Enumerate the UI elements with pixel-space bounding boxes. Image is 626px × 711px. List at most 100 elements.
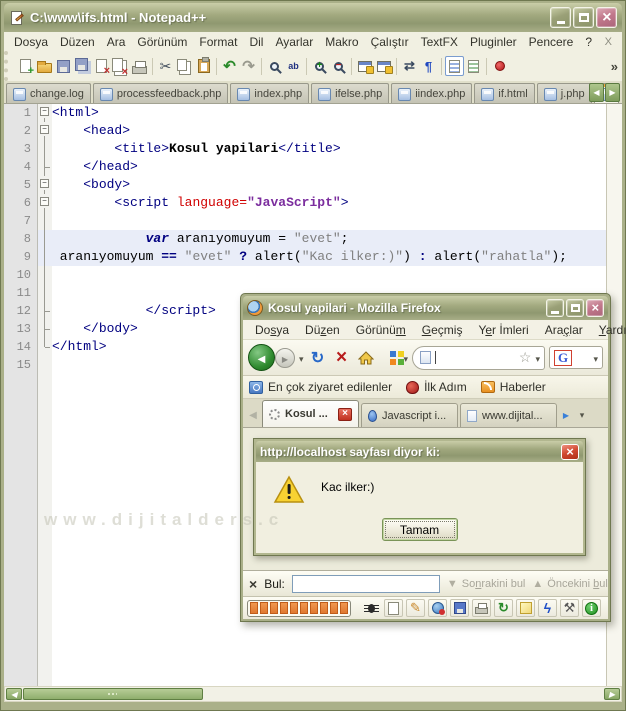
reload-button[interactable]	[308, 347, 328, 369]
scrollbar-track[interactable]	[203, 687, 603, 701]
save-button[interactable]	[54, 56, 73, 76]
tools-button[interactable]	[560, 599, 579, 617]
npp-menu-dosya[interactable]: Dosya	[8, 35, 54, 49]
doc-map-button[interactable]	[445, 56, 464, 76]
npp-menu-al-t-r[interactable]: Çalıştır	[365, 35, 415, 49]
tab-scroll-left-button[interactable]	[245, 403, 261, 425]
bookmark-en-ok-ziyaret-edilenler[interactable]: En çok ziyaret edilenler	[249, 380, 392, 394]
npp-titlebar[interactable]: C:\www\ifs.html - Notepad++	[4, 3, 622, 32]
ff-menu-ara-lar[interactable]: Araçlar	[537, 323, 591, 337]
tab-scroll-right-button[interactable]	[558, 403, 574, 425]
forward-button[interactable]	[275, 347, 295, 368]
zoom-out-button[interactable]: −	[329, 56, 348, 76]
back-forward-dropdown[interactable]	[299, 349, 304, 367]
urlbar-dropdown-icon[interactable]	[535, 349, 540, 367]
cut-button[interactable]	[156, 56, 175, 76]
url-bar[interactable]	[412, 345, 545, 370]
redo-button[interactable]	[239, 56, 258, 76]
tab-scroll-left-button[interactable]	[589, 83, 604, 102]
copy-button[interactable]	[175, 56, 194, 76]
fold-marker[interactable]: −	[38, 176, 52, 194]
npp-menu-makro[interactable]: Makro	[319, 35, 364, 49]
toolbar-overflow-button[interactable]: »	[611, 59, 618, 74]
npp-menu-ayarlar[interactable]: Ayarlar	[269, 35, 319, 49]
npp-menu-format[interactable]: Format	[193, 35, 243, 49]
tab-ifelse-php[interactable]: ifelse.php	[311, 83, 390, 103]
bookmarks-dropdown[interactable]	[404, 349, 409, 367]
tab-j-php[interactable]: j.php	[536, 83, 592, 103]
npp-document-close-button[interactable]: X	[599, 36, 618, 48]
undo-button[interactable]	[220, 56, 239, 76]
horizontal-scrollbar[interactable]	[4, 686, 622, 702]
paste-button[interactable]	[194, 56, 213, 76]
npp-menu-dil[interactable]: Dil	[243, 35, 269, 49]
firefox-titlebar[interactable]: Kosul yapilari - Mozilla Firefox	[243, 296, 608, 320]
sync-h-button[interactable]	[374, 56, 393, 76]
bug-button[interactable]	[362, 599, 381, 617]
ff-menu-d-zen[interactable]: Düzen	[297, 323, 348, 337]
print-button[interactable]	[130, 56, 149, 76]
npp-menu-item[interactable]: ?	[579, 35, 598, 49]
lightning-button[interactable]	[538, 599, 557, 617]
npp-menu-g-r-n-m[interactable]: Görünüm	[131, 35, 193, 49]
search-engine-dropdown-icon[interactable]	[593, 349, 598, 367]
fold-marker[interactable]: −	[38, 122, 52, 140]
save-copy-button[interactable]	[73, 56, 92, 76]
bookmark-haberler[interactable]: Haberler	[480, 380, 546, 394]
fold-marker[interactable]: −	[38, 194, 52, 212]
dialog-titlebar[interactable]: http://localhost sayfası diyor ki:	[256, 441, 583, 462]
sync-v-button[interactable]	[355, 56, 374, 76]
ff-menu-ge-mi[interactable]: Geçmiş	[414, 323, 471, 337]
scroll-left-button[interactable]	[6, 688, 22, 700]
tab-index-php[interactable]: index.php	[230, 83, 310, 103]
find2-button[interactable]	[284, 56, 303, 76]
firefox-minimize-button[interactable]	[546, 299, 564, 317]
npp-maximize-button[interactable]	[573, 7, 594, 28]
record-button[interactable]	[490, 56, 509, 76]
close-button[interactable]	[92, 56, 111, 77]
all-tabs-dropdown[interactable]	[574, 403, 590, 425]
find-input[interactable]	[291, 574, 440, 593]
scrollbar-thumb[interactable]	[23, 688, 203, 700]
fold-marker[interactable]: −	[38, 104, 52, 122]
page-button[interactable]	[384, 599, 403, 617]
open-button[interactable]	[35, 56, 54, 76]
npp-menu-pencere[interactable]: Pencere	[523, 35, 580, 49]
npp-close-button[interactable]	[596, 7, 617, 28]
note-button[interactable]	[516, 599, 535, 617]
ff-menu-dosya[interactable]: Dosya	[247, 323, 297, 337]
npp-menu-textfx[interactable]: TextFX	[415, 35, 464, 49]
ff-menu-yer-i-mleri[interactable]: Yer İmleri	[470, 323, 536, 337]
info-button[interactable]	[582, 599, 601, 617]
firefox-maximize-button[interactable]	[566, 299, 584, 317]
wrap-button[interactable]	[400, 56, 419, 76]
firefox-tab-javascript-i[interactable]: Javascript i...	[361, 403, 458, 427]
bookmark-star-icon[interactable]	[519, 349, 532, 367]
new-button[interactable]	[16, 56, 35, 77]
back-button[interactable]	[248, 344, 275, 371]
ff-menu-g-r-n-m[interactable]: Görünüm	[348, 323, 414, 337]
save-button[interactable]	[450, 599, 469, 617]
npp-menu-d-zen[interactable]: Düzen	[54, 35, 101, 49]
findbar-close-button[interactable]	[249, 576, 257, 592]
scroll-right-button[interactable]	[604, 688, 620, 700]
close-all-button[interactable]	[111, 56, 130, 78]
print-button[interactable]	[472, 599, 491, 617]
find-button[interactable]	[265, 56, 284, 76]
npp-menu-ara[interactable]: Ara	[101, 35, 132, 49]
ok-button[interactable]: Tamam	[381, 518, 458, 541]
firefox-close-button[interactable]	[586, 299, 604, 317]
home-button[interactable]	[356, 347, 376, 369]
search-box[interactable]: G	[549, 346, 603, 369]
func-list-button[interactable]	[464, 56, 483, 76]
tab-scroll-right-button[interactable]	[605, 83, 620, 102]
bookmark-i-lk-ad-m[interactable]: İlk Adım	[406, 380, 467, 394]
tab-if-html[interactable]: if.html	[474, 83, 535, 103]
npp-minimize-button[interactable]	[550, 7, 571, 28]
find-next-button[interactable]: Sonrakini bul	[447, 578, 526, 590]
tab-processfeedback-php[interactable]: processfeedback.php	[92, 83, 229, 103]
dialog-close-button[interactable]	[561, 443, 579, 460]
ff-menu-yard-m[interactable]: Yardım	[591, 323, 626, 337]
symbols-button[interactable]	[419, 56, 438, 76]
tab-iindex-php[interactable]: iindex.php	[391, 83, 473, 103]
